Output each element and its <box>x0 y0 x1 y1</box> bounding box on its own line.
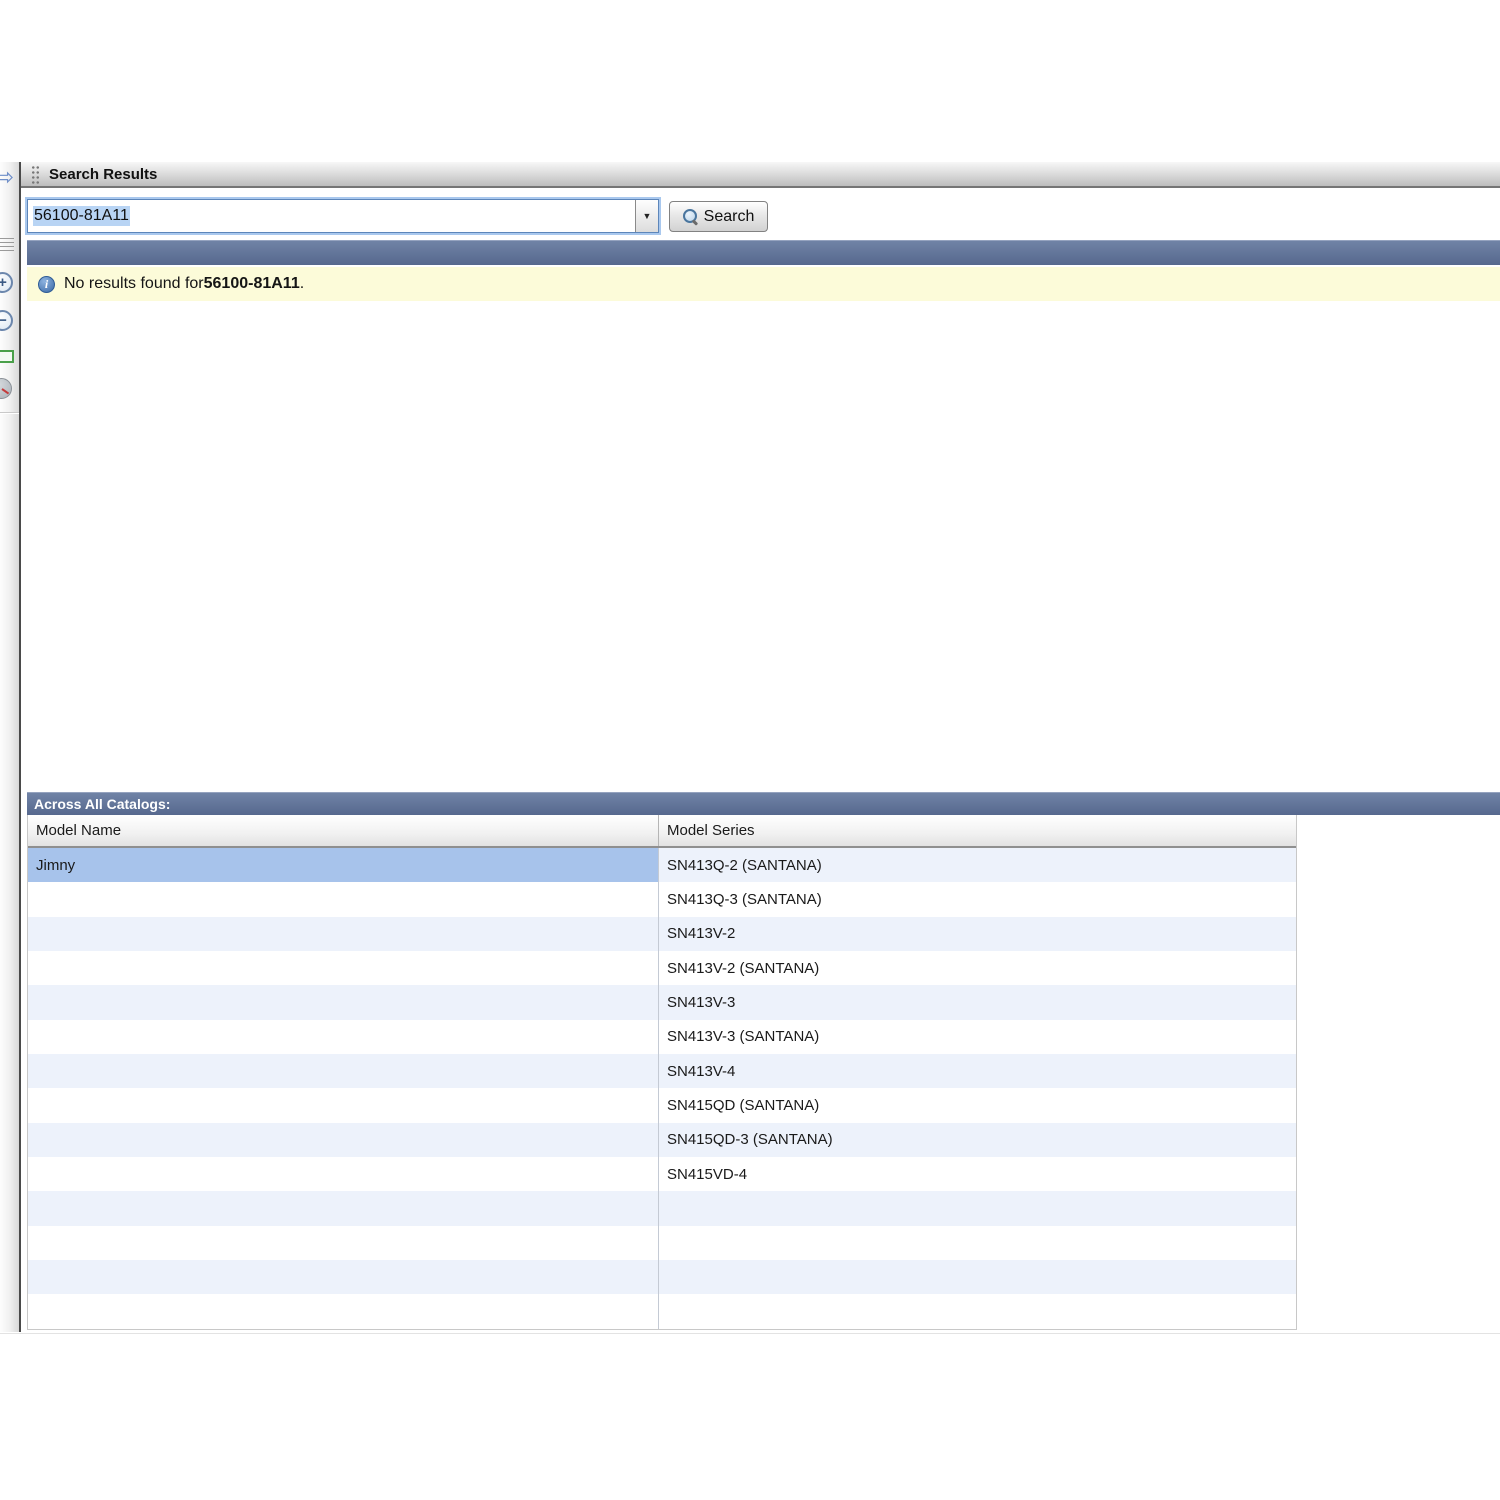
drag-grip-icon[interactable] <box>31 165 40 184</box>
table-row[interactable]: SN413V-2 (SANTANA) <box>28 951 1296 985</box>
search-input-selected-text: 56100-81A11 <box>33 206 130 226</box>
model-name-cell[interactable] <box>28 1020 659 1054</box>
model-series-cell[interactable]: SN413V-3 <box>659 985 1296 1019</box>
dock-arrow-icon[interactable]: ⇨ <box>0 164 19 190</box>
history-icon[interactable] <box>0 378 12 399</box>
table-row[interactable] <box>28 1260 1296 1294</box>
results-header-bar <box>27 240 1500 265</box>
table-row[interactable]: JimnySN413Q-2 (SANTANA) <box>28 848 1296 882</box>
model-series-cell[interactable]: SN415QD (SANTANA) <box>659 1088 1296 1122</box>
panel-bottom-border <box>0 1333 1500 1334</box>
column-header-model-series[interactable]: Model Series <box>659 815 1296 846</box>
table-row[interactable]: SN413V-4 <box>28 1054 1296 1088</box>
search-dropdown-button[interactable]: ▼ <box>635 200 658 232</box>
model-name-cell[interactable] <box>28 1123 659 1157</box>
catalogs-table-header: Model Name Model Series <box>28 815 1296 848</box>
model-series-cell[interactable]: SN413V-2 (SANTANA) <box>659 951 1296 985</box>
model-name-cell[interactable] <box>28 1191 659 1225</box>
table-row[interactable]: SN415QD (SANTANA) <box>28 1088 1296 1122</box>
model-name-cell[interactable]: Jimny <box>28 848 659 882</box>
table-row[interactable] <box>28 1226 1296 1260</box>
model-series-cell[interactable] <box>659 1226 1296 1260</box>
model-series-cell[interactable]: SN413V-3 (SANTANA) <box>659 1020 1296 1054</box>
model-name-cell[interactable] <box>28 1088 659 1122</box>
panel-title: Search Results <box>49 166 157 183</box>
zoom-out-icon[interactable]: − <box>0 310 13 331</box>
viewer-toolbar-strip: ⇨ + − <box>0 162 21 1332</box>
model-series-cell[interactable]: SN415VD-4 <box>659 1157 1296 1191</box>
toolbar-separator <box>0 412 19 413</box>
info-icon: i <box>38 276 55 293</box>
model-name-cell[interactable] <box>28 951 659 985</box>
search-button[interactable]: Search <box>669 201 768 232</box>
catalogs-table: Model Name Model Series JimnySN413Q-2 (S… <box>27 815 1297 1330</box>
table-row[interactable]: SN413V-3 (SANTANA) <box>28 1020 1296 1054</box>
table-row[interactable]: SN415QD-3 (SANTANA) <box>28 1123 1296 1157</box>
table-row[interactable] <box>28 1191 1296 1225</box>
search-input-text[interactable]: 56100-81A11 <box>28 200 635 232</box>
toolbar-grip-icon[interactable] <box>0 238 14 253</box>
notice-suffix: . <box>300 275 304 293</box>
panel-titlebar: Search Results <box>21 162 1500 188</box>
model-name-cell[interactable] <box>28 1157 659 1191</box>
table-row[interactable]: SN413V-3 <box>28 985 1296 1019</box>
model-series-cell[interactable] <box>659 1294 1296 1328</box>
no-results-notice: i No results found for 56100-81A11 . <box>27 267 1500 301</box>
model-series-cell[interactable]: SN415QD-3 (SANTANA) <box>659 1123 1296 1157</box>
notice-search-term: 56100-81A11 <box>204 275 300 293</box>
chevron-down-icon: ▼ <box>643 211 652 221</box>
table-row[interactable] <box>28 1294 1296 1328</box>
search-icon <box>683 209 698 224</box>
search-button-label: Search <box>704 208 755 226</box>
model-name-cell[interactable] <box>28 1226 659 1260</box>
model-series-cell[interactable]: SN413Q-3 (SANTANA) <box>659 882 1296 916</box>
fit-selection-icon[interactable] <box>0 350 14 363</box>
table-row[interactable]: SN413V-2 <box>28 917 1296 951</box>
model-series-cell[interactable] <box>659 1260 1296 1294</box>
column-header-model-name[interactable]: Model Name <box>28 815 659 846</box>
app-canvas: ⇨ + − Search Results 56100-81A11 ▼ Searc… <box>0 0 1500 1500</box>
model-name-cell[interactable] <box>28 985 659 1019</box>
model-series-cell[interactable]: SN413V-2 <box>659 917 1296 951</box>
model-name-cell[interactable] <box>28 1294 659 1328</box>
model-name-cell[interactable] <box>28 1054 659 1088</box>
model-series-cell[interactable]: SN413Q-2 (SANTANA) <box>659 848 1296 882</box>
catalogs-section-header: Across All Catalogs: <box>27 792 1500 815</box>
table-row[interactable]: SN413Q-3 (SANTANA) <box>28 882 1296 916</box>
model-name-cell[interactable] <box>28 1260 659 1294</box>
model-name-cell[interactable] <box>28 882 659 916</box>
table-row[interactable]: SN415VD-4 <box>28 1157 1296 1191</box>
catalogs-table-body: JimnySN413Q-2 (SANTANA)SN413Q-3 (SANTANA… <box>28 848 1296 1329</box>
notice-prefix: No results found for <box>64 275 204 293</box>
model-series-cell[interactable]: SN413V-4 <box>659 1054 1296 1088</box>
zoom-in-icon[interactable]: + <box>0 272 13 293</box>
catalogs-section-title: Across All Catalogs: <box>34 796 170 812</box>
search-input[interactable]: 56100-81A11 ▼ <box>27 199 659 233</box>
model-name-cell[interactable] <box>28 917 659 951</box>
model-series-cell[interactable] <box>659 1191 1296 1225</box>
